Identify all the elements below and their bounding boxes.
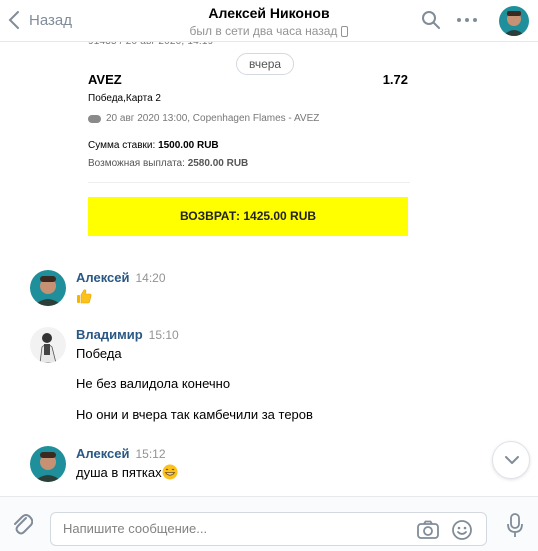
message-text: Не без валидола конечно [76, 376, 231, 391]
paperclip-icon[interactable] [11, 511, 33, 537]
avatar[interactable] [30, 270, 66, 306]
message-input-box[interactable] [50, 512, 487, 546]
payout-label: Возможная выплата: [88, 158, 185, 169]
message-text: Но они и вчера так камбечили за теров [76, 407, 313, 422]
message-text-content: душа в пятках [76, 465, 162, 480]
message-composer [0, 496, 538, 551]
bet-team: AVEZ [88, 72, 122, 87]
chat-status-text: был в сети два часа назад [189, 24, 338, 38]
scroll-down-button[interactable] [492, 441, 530, 479]
thumbs-up-icon [77, 289, 92, 304]
search-icon[interactable] [421, 10, 441, 30]
avatar[interactable] [30, 327, 66, 363]
message-author[interactable]: Алексей 15:12 [76, 446, 166, 461]
bet-match-text: 20 авг 2020 13:00, Copenhagen Flames - A… [106, 113, 320, 124]
message-author[interactable]: Владимир 15:10 [76, 327, 179, 342]
message-time: 14:20 [135, 271, 166, 285]
camera-icon[interactable] [417, 520, 439, 540]
phone-icon [341, 25, 349, 37]
message-group: Алексей 14:20 [30, 270, 230, 310]
bet-odds: 1.72 [382, 72, 408, 87]
chat-status: был в сети два часа назад [190, 24, 349, 38]
divider [88, 182, 410, 183]
bet-payout: Возможная выплата: 2580.00 RUB [88, 158, 248, 169]
refund-banner: ВОЗВРАТ: 1425.00 RUB [88, 197, 408, 236]
message-group: Алексей 15:12 душа в пятках [30, 446, 230, 486]
gamepad-icon [88, 114, 101, 123]
microphone-icon[interactable] [507, 513, 523, 539]
message-group: Владимир 15:10 Победа Не без валидола кон… [30, 327, 350, 427]
stake-label: Сумма ставки: [88, 140, 156, 151]
message-input[interactable] [63, 521, 403, 536]
more-icon[interactable] [456, 12, 478, 28]
message-text: душа в пятках [76, 464, 178, 480]
chat-header: Назад Алексей Никонов был в сети два час… [0, 0, 538, 42]
stake-value: 1500.00 RUB [158, 140, 219, 151]
avatar[interactable] [30, 446, 66, 482]
payout-value: 2580.00 RUB [187, 158, 249, 169]
smile-icon[interactable] [451, 519, 473, 541]
author-name: Алексей [76, 270, 130, 285]
message-author[interactable]: Алексей 14:20 [76, 270, 166, 285]
chevron-down-icon [505, 456, 519, 464]
avatar[interactable] [499, 6, 529, 36]
bet-stake: Сумма ставки: 1500.00 RUB [88, 140, 219, 151]
grinning-face-icon [162, 464, 178, 480]
message-time: 15:10 [148, 328, 179, 342]
bet-outcome: Победа,Карта 2 [88, 93, 161, 104]
bet-match: 20 авг 2020 13:00, Copenhagen Flames - A… [88, 113, 319, 124]
author-name: Алексей [76, 446, 130, 461]
message-time: 15:12 [135, 447, 166, 461]
message-text: Победа [76, 346, 122, 361]
author-name: Владимир [76, 327, 143, 342]
date-chip: вчера [236, 53, 295, 75]
